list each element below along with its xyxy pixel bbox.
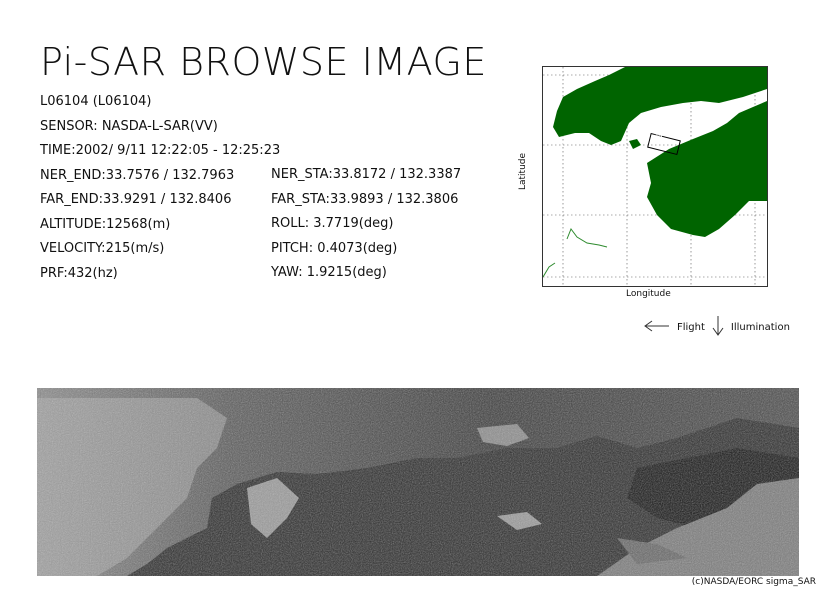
sensor-text: SENSOR: NASDA-L-SAR(VV) (40, 118, 218, 134)
lon-tick: 131 (557, 137, 572, 146)
scene-id: L06104 (L06104) (40, 94, 152, 109)
pitch-text: PITCH: 0.4073(deg) (271, 240, 398, 256)
flight-label: Flight (677, 322, 705, 333)
location-map: 34 131 (542, 66, 768, 287)
kyushu-coast-line (566, 227, 608, 248)
flight-arrow-icon (643, 320, 671, 335)
velocity-text: VELOCITY:215(m/s) (40, 241, 165, 256)
location-map-graphic: 34 131 (543, 67, 767, 286)
yaw-text: YAW: 1.9215(deg) (271, 265, 387, 280)
illumination-arrow-icon (711, 315, 725, 340)
prf-text: PRF:432(hz) (40, 265, 118, 281)
lat-tick: 34 (653, 130, 663, 139)
direction-legend: Flight Illumination (643, 315, 790, 340)
info-right-column: NER_STA:33.8172 / 132.3387 FAR_STA:33.98… (271, 163, 461, 286)
ner-sta-text: NER_STA:33.8172 / 132.3387 (271, 167, 462, 182)
land-shikoku (647, 101, 767, 237)
illumination-label: Illumination (730, 322, 790, 333)
longitude-label: Longitude (626, 289, 671, 299)
credit-text: (c)NASDA/EORC sigma_SAR (691, 577, 816, 587)
page-title: Pi-SAR BROWSE IMAGE (40, 40, 487, 84)
land-islet (629, 139, 641, 149)
far-end-text: FAR_END:33.9291 / 132.8406 (40, 192, 232, 207)
ner-end-text: NER_END:33.7576 / 132.7963 (40, 167, 235, 183)
roll-text: ROLL: 3.7719(deg) (271, 216, 394, 231)
latitude-label: Latitude (518, 152, 528, 190)
time-text: TIME:2002/ 9/11 12:22:05 - 12:25:23 (40, 143, 281, 158)
sar-browse-image (37, 388, 799, 576)
kyushu-coast-line-2 (543, 262, 556, 278)
far-sta-text: FAR_STA:33.9893 / 132.3806 (271, 191, 459, 207)
sar-image-graphic (37, 388, 799, 576)
altitude-text: ALTITUDE:12568(m) (40, 216, 171, 232)
info-left-column: L06104 (L06104) SENSOR: NASDA-L-SAR(VV) … (40, 90, 280, 286)
